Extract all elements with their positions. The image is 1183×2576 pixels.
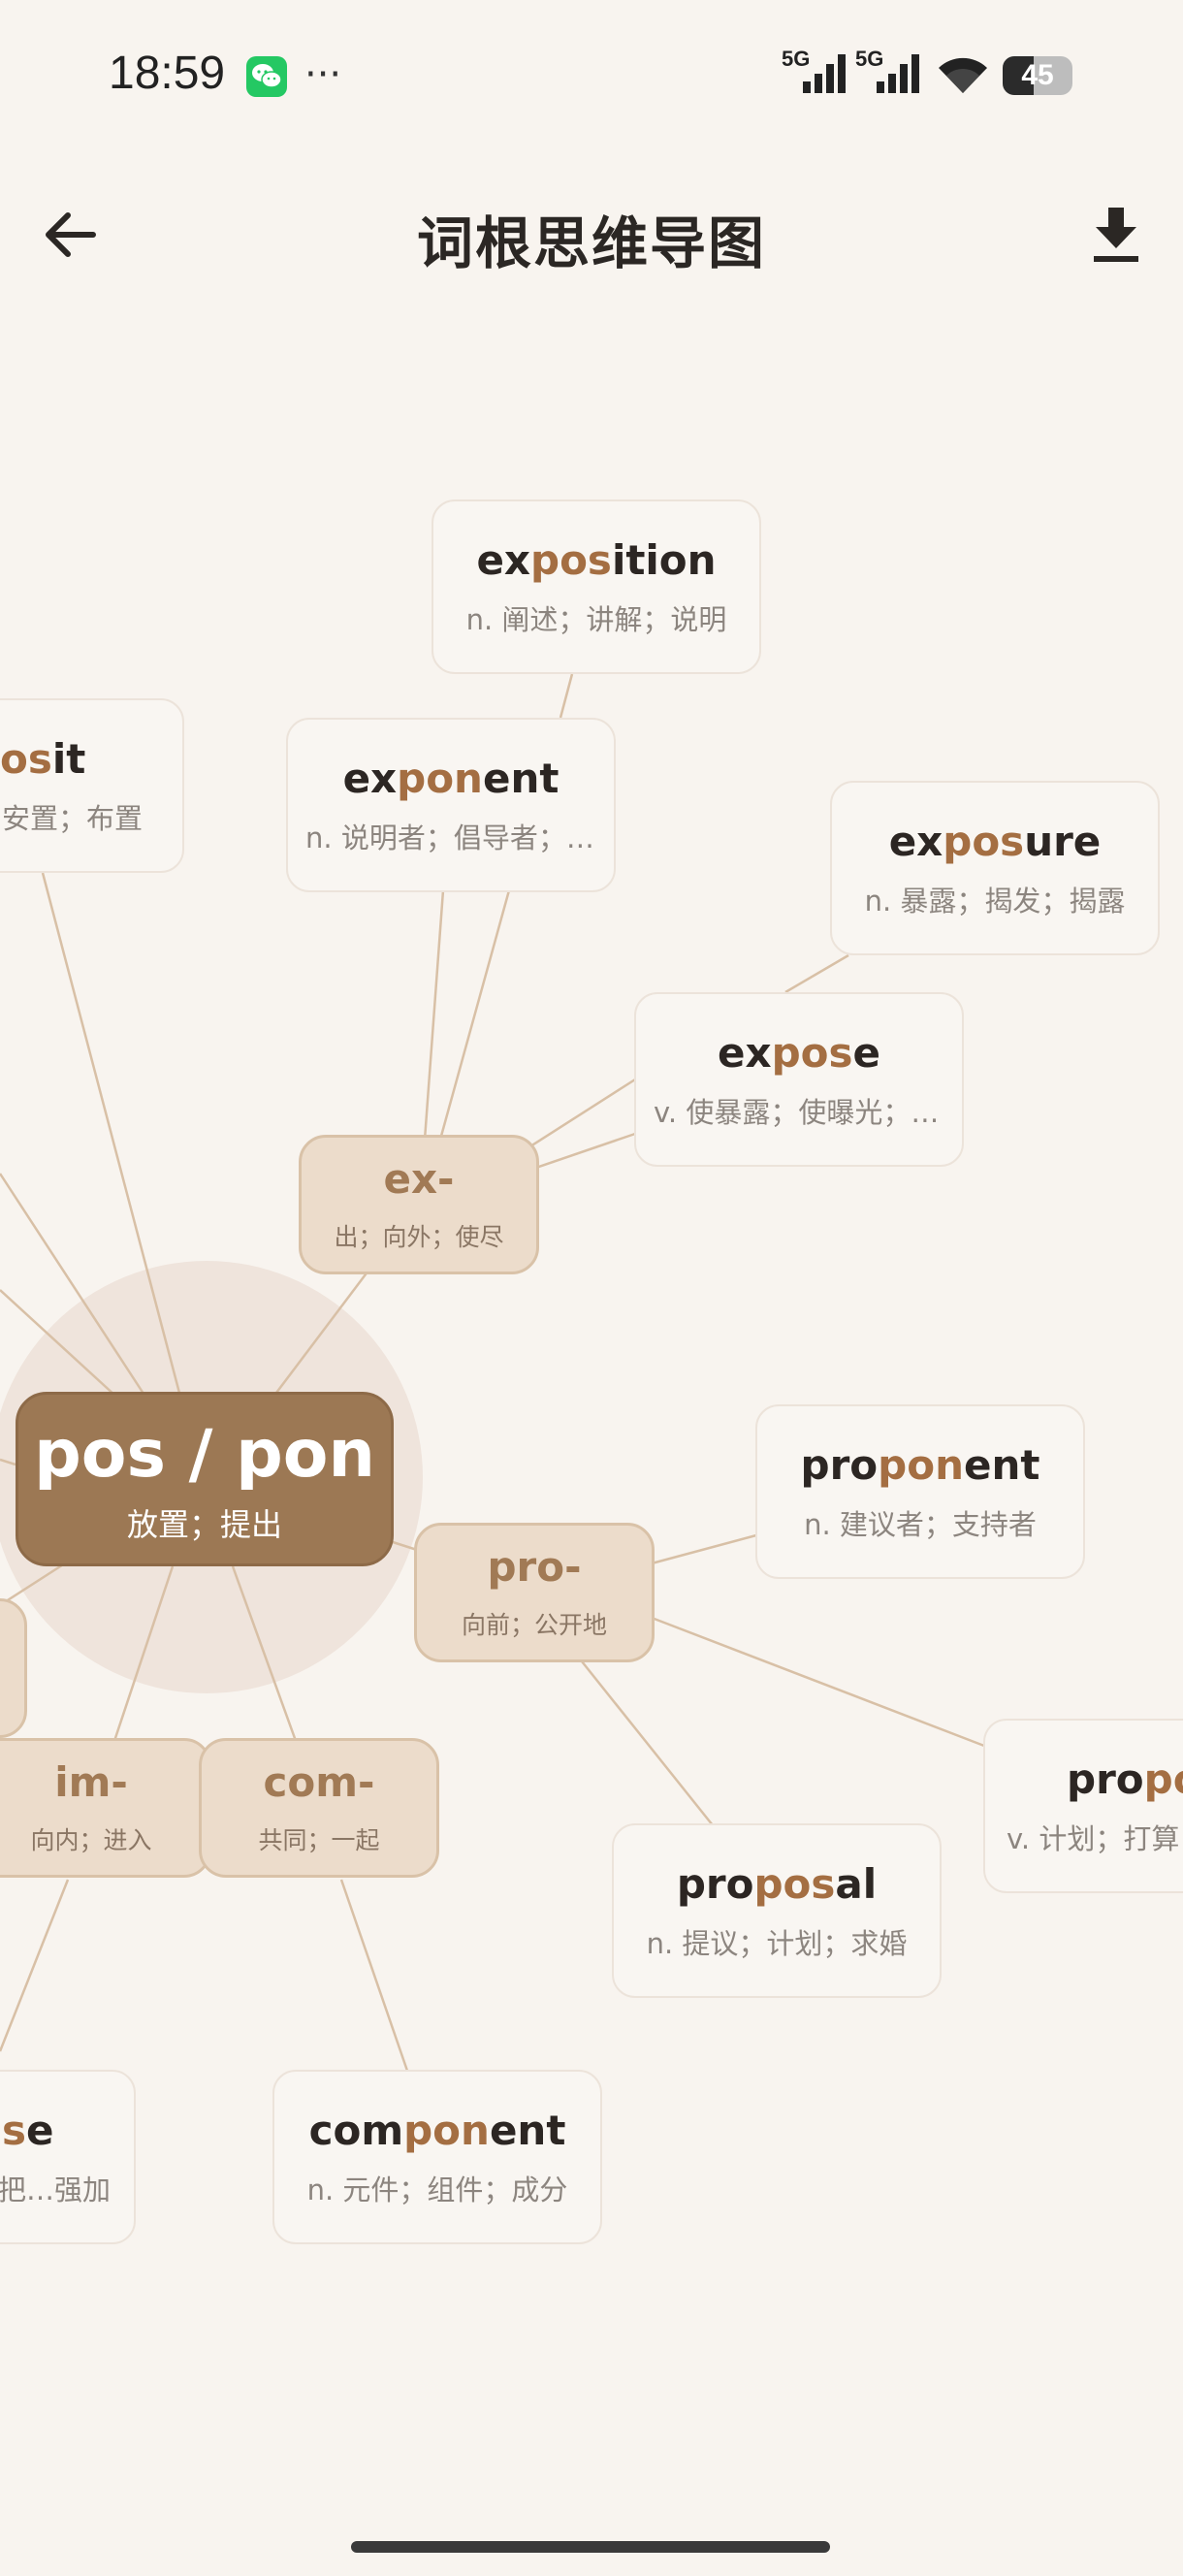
prefix-node-com[interactable]: com- 共同；一起 [199,1738,439,1878]
prefix-node-im[interactable]: im- 向内；进入 [0,1738,211,1878]
word-exponent: exponent [342,755,560,802]
word-node-proponent[interactable]: proponent n. 建议者；支持者 [755,1404,1085,1579]
word-node-exposition[interactable]: exposition n. 阐述；讲解；说明 [432,499,761,674]
word-proponent-definition: n. 建议者；支持者 [804,1508,1037,1541]
download-button[interactable] [1090,206,1142,264]
word-propose-definition: v. 计划；打算 [1007,1822,1180,1855]
prefix-ex-label: ex- [383,1155,455,1203]
word-deposit: osit [0,735,86,783]
status-bar: 18:59 ··· 5G 5G 45 [0,0,1183,145]
word-node-exposure[interactable]: exposure n. 暴露；揭发；揭露 [830,781,1160,955]
word-impose-definition: 把…强加 [0,2174,112,2206]
word-propose: propo [1067,1755,1183,1803]
wifi-icon [935,54,991,99]
prefix-im-label: im- [54,1758,128,1806]
prefix-node-pro[interactable]: pro- 向前；公开地 [414,1523,655,1662]
word-expose: expose [718,1029,880,1077]
prefix-node-offscreen[interactable] [0,1598,27,1738]
word-exposition: exposition [476,536,717,584]
root-label: pos / pon [34,1416,375,1493]
prefix-ex-meaning: 出；向外；使尽 [334,1223,504,1251]
root-node[interactable]: pos / pon 放置；提出 [16,1392,394,1566]
word-node-deposit[interactable]: osit 安置；布置 [0,698,184,873]
word-proposal: proposal [676,1860,878,1908]
prefix-pro-label: pro- [487,1543,582,1591]
word-component: component [308,2107,566,2154]
prefix-pro-meaning: 向前；公开地 [461,1611,607,1639]
status-time: 18:59 [109,48,226,99]
word-node-impose[interactable]: se 把…强加 [0,2070,136,2244]
word-node-expose[interactable]: expose v. 使暴露；使曝光；揭露 [634,992,964,1167]
prefix-node-ex[interactable]: ex- 出；向外；使尽 [299,1135,539,1274]
more-notifications-icon: ··· [304,52,342,97]
battery-icon: 45 [1003,56,1072,95]
root-meaning: 放置；提出 [126,1506,282,1543]
word-impose: se [2,2107,54,2154]
prefix-im-meaning: 向内；进入 [30,1826,152,1854]
word-node-propose[interactable]: propo v. 计划；打算 [983,1719,1183,1893]
word-node-exponent[interactable]: exponent n. 说明者；倡导者；指数 [286,718,616,892]
wechat-icon [246,56,287,97]
page-title: 词根思维导图 [416,210,766,276]
word-node-proposal[interactable]: proposal n. 提议；计划；求婚 [612,1823,942,1998]
prefix-com-label: com- [263,1758,375,1806]
word-expose-definition: v. 使暴露；使曝光；揭露 [654,1096,962,1129]
mind-map-canvas[interactable]: exposition n. 阐述；讲解；说明 exponent n. 说明者；倡… [0,291,1183,2522]
home-indicator[interactable] [351,2541,830,2553]
word-exposition-definition: n. 阐述；讲解；说明 [465,603,727,636]
word-exposure-definition: n. 暴露；揭发；揭露 [864,885,1126,918]
prefix-com-meaning: 共同；一起 [258,1826,380,1854]
download-icon [1094,208,1138,262]
word-exponent-definition: n. 说明者；倡导者；指数 [305,821,614,854]
word-component-definition: n. 元件；组件；成分 [306,2174,568,2206]
word-proposal-definition: n. 提议；计划；求婚 [646,1927,908,1960]
battery-level: 45 [1021,59,1054,91]
word-deposit-definition: 安置；布置 [2,802,144,835]
word-node-component[interactable]: component n. 元件；组件；成分 [272,2070,602,2244]
word-proponent: proponent [800,1441,1040,1489]
word-exposure: exposure [888,818,1102,865]
